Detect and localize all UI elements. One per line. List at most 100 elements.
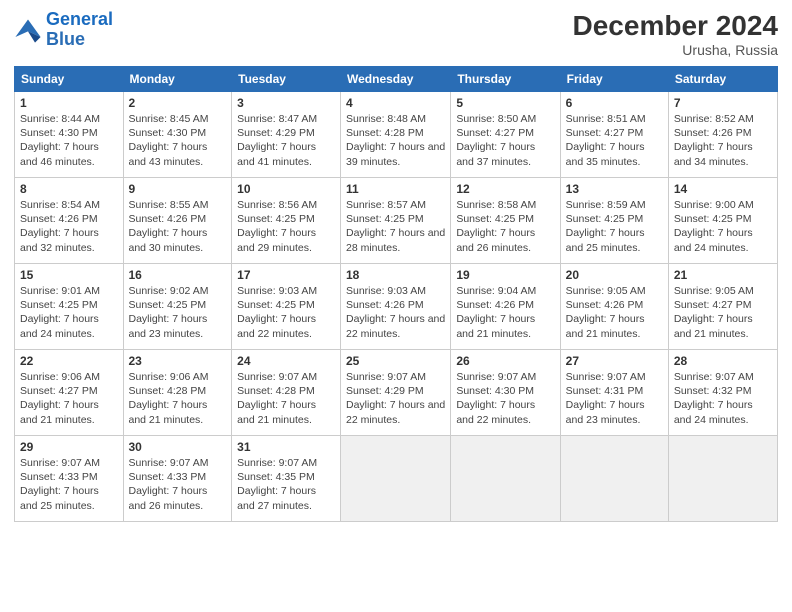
day-info: Sunrise: 9:03 AMSunset: 4:26 PMDaylight:… xyxy=(346,284,445,341)
calendar-day-cell: 27 Sunrise: 9:07 AMSunset: 4:31 PMDayligh… xyxy=(560,350,668,436)
day-info: Sunrise: 8:52 AMSunset: 4:26 PMDaylight:… xyxy=(674,112,772,169)
day-info: Sunrise: 8:50 AMSunset: 4:27 PMDaylight:… xyxy=(456,112,554,169)
calendar-day-cell xyxy=(668,436,777,522)
day-number: 28 xyxy=(674,354,772,368)
day-info: Sunrise: 8:58 AMSunset: 4:25 PMDaylight:… xyxy=(456,198,554,255)
day-info: Sunrise: 8:59 AMSunset: 4:25 PMDaylight:… xyxy=(566,198,663,255)
day-info: Sunrise: 9:06 AMSunset: 4:27 PMDaylight:… xyxy=(20,370,118,427)
day-info: Sunrise: 8:45 AMSunset: 4:30 PMDaylight:… xyxy=(129,112,227,169)
day-info: Sunrise: 9:07 AMSunset: 4:31 PMDaylight:… xyxy=(566,370,663,427)
calendar-week-row: 15Sunrise: 9:01 AMSunset: 4:25 PMDayligh… xyxy=(15,264,778,350)
calendar-day-cell: 24 Sunrise: 9:07 AMSunset: 4:28 PMDayligh… xyxy=(232,350,341,436)
day-info: Sunrise: 9:05 AMSunset: 4:27 PMDaylight:… xyxy=(674,284,772,341)
day-number: 27 xyxy=(566,354,663,368)
day-info: Sunrise: 8:44 AMSunset: 4:30 PMDaylight:… xyxy=(20,112,118,169)
day-info: Sunrise: 9:07 AMSunset: 4:29 PMDaylight:… xyxy=(346,370,445,427)
calendar-day-cell: 3Sunrise: 8:47 AMSunset: 4:29 PMDaylight… xyxy=(232,92,341,178)
day-number: 26 xyxy=(456,354,554,368)
calendar-day-cell: 15Sunrise: 9:01 AMSunset: 4:25 PMDayligh… xyxy=(15,264,124,350)
calendar-day-cell: 14 Sunrise: 9:00 AMSunset: 4:25 PMDayligh… xyxy=(668,178,777,264)
day-info: Sunrise: 9:07 AMSunset: 4:28 PMDaylight:… xyxy=(237,370,335,427)
calendar-day-cell: 19 Sunrise: 9:04 AMSunset: 4:26 PMDayligh… xyxy=(451,264,560,350)
title-block: December 2024 Urusha, Russia xyxy=(573,10,778,58)
day-number: 14 xyxy=(674,182,772,196)
day-number: 13 xyxy=(566,182,663,196)
calendar-day-cell: 23 Sunrise: 9:06 AMSunset: 4:28 PMDayligh… xyxy=(123,350,232,436)
calendar-day-cell: 9Sunrise: 8:55 AMSunset: 4:26 PMDaylight… xyxy=(123,178,232,264)
calendar-day-cell: 26 Sunrise: 9:07 AMSunset: 4:30 PMDayligh… xyxy=(451,350,560,436)
day-info: Sunrise: 8:57 AMSunset: 4:25 PMDaylight:… xyxy=(346,198,445,255)
calendar-day-cell: 5 Sunrise: 8:50 AMSunset: 4:27 PMDaylight… xyxy=(451,92,560,178)
day-info: Sunrise: 9:05 AMSunset: 4:26 PMDaylight:… xyxy=(566,284,663,341)
day-info: Sunrise: 9:03 AMSunset: 4:25 PMDaylight:… xyxy=(237,284,335,341)
day-info: Sunrise: 8:55 AMSunset: 4:26 PMDaylight:… xyxy=(129,198,227,255)
day-number: 15 xyxy=(20,268,118,282)
day-number: 21 xyxy=(674,268,772,282)
day-number: 12 xyxy=(456,182,554,196)
day-info: Sunrise: 9:06 AMSunset: 4:28 PMDaylight:… xyxy=(129,370,227,427)
day-number: 19 xyxy=(456,268,554,282)
day-number: 17 xyxy=(237,268,335,282)
col-saturday: Saturday xyxy=(668,67,777,92)
day-info: Sunrise: 9:07 AMSunset: 4:33 PMDaylight:… xyxy=(129,456,227,513)
calendar-day-cell: 4 Sunrise: 8:48 AMSunset: 4:28 PMDaylight… xyxy=(341,92,451,178)
calendar-day-cell: 2 Sunrise: 8:45 AMSunset: 4:30 PMDaylight… xyxy=(123,92,232,178)
day-info: Sunrise: 8:51 AMSunset: 4:27 PMDaylight:… xyxy=(566,112,663,169)
day-number: 24 xyxy=(237,354,335,368)
day-number: 8 xyxy=(20,182,118,196)
calendar-day-cell xyxy=(560,436,668,522)
day-number: 2 xyxy=(129,96,227,110)
day-info: Sunrise: 8:48 AMSunset: 4:28 PMDaylight:… xyxy=(346,112,445,169)
day-info: Sunrise: 9:07 AMSunset: 4:32 PMDaylight:… xyxy=(674,370,772,427)
calendar-day-cell: 22 Sunrise: 9:06 AMSunset: 4:27 PMDayligh… xyxy=(15,350,124,436)
day-number: 22 xyxy=(20,354,118,368)
page-header: General Blue December 2024 Urusha, Russi… xyxy=(14,10,778,58)
month-year: December 2024 xyxy=(573,10,778,42)
day-number: 5 xyxy=(456,96,554,110)
calendar-day-cell: 6Sunrise: 8:51 AMSunset: 4:27 PMDaylight… xyxy=(560,92,668,178)
logo: General Blue xyxy=(14,10,113,50)
col-wednesday: Wednesday xyxy=(341,67,451,92)
calendar-day-cell: 8Sunrise: 8:54 AMSunset: 4:26 PMDaylight… xyxy=(15,178,124,264)
day-info: Sunrise: 9:07 AMSunset: 4:30 PMDaylight:… xyxy=(456,370,554,427)
day-number: 23 xyxy=(129,354,227,368)
col-sunday: Sunday xyxy=(15,67,124,92)
col-thursday: Thursday xyxy=(451,67,560,92)
calendar-day-cell: 28 Sunrise: 9:07 AMSunset: 4:32 PMDayligh… xyxy=(668,350,777,436)
calendar-day-cell: 13 Sunrise: 8:59 AMSunset: 4:25 PMDayligh… xyxy=(560,178,668,264)
day-number: 16 xyxy=(129,268,227,282)
location: Urusha, Russia xyxy=(573,42,778,58)
calendar-day-cell xyxy=(451,436,560,522)
calendar-day-cell: 29 Sunrise: 9:07 AMSunset: 4:33 PMDayligh… xyxy=(15,436,124,522)
logo-icon xyxy=(14,16,42,44)
day-info: Sunrise: 9:04 AMSunset: 4:26 PMDaylight:… xyxy=(456,284,554,341)
calendar-day-cell: 18 Sunrise: 9:03 AMSunset: 4:26 PMDayligh… xyxy=(341,264,451,350)
day-info: Sunrise: 8:56 AMSunset: 4:25 PMDaylight:… xyxy=(237,198,335,255)
calendar-day-cell: 16Sunrise: 9:02 AMSunset: 4:25 PMDayligh… xyxy=(123,264,232,350)
day-number: 30 xyxy=(129,440,227,454)
calendar-day-cell: 17 Sunrise: 9:03 AMSunset: 4:25 PMDayligh… xyxy=(232,264,341,350)
day-info: Sunrise: 9:07 AMSunset: 4:35 PMDaylight:… xyxy=(237,456,335,513)
calendar-day-cell: 21 Sunrise: 9:05 AMSunset: 4:27 PMDayligh… xyxy=(668,264,777,350)
page-container: General Blue December 2024 Urusha, Russi… xyxy=(0,0,792,532)
calendar-day-cell: 10 Sunrise: 8:56 AMSunset: 4:25 PMDayligh… xyxy=(232,178,341,264)
day-number: 11 xyxy=(346,182,445,196)
day-info: Sunrise: 9:07 AMSunset: 4:33 PMDaylight:… xyxy=(20,456,118,513)
col-friday: Friday xyxy=(560,67,668,92)
day-number: 29 xyxy=(20,440,118,454)
calendar-day-cell: 31Sunrise: 9:07 AMSunset: 4:35 PMDayligh… xyxy=(232,436,341,522)
calendar-day-cell: 7Sunrise: 8:52 AMSunset: 4:26 PMDaylight… xyxy=(668,92,777,178)
logo-text: General Blue xyxy=(46,10,113,50)
day-info: Sunrise: 9:00 AMSunset: 4:25 PMDaylight:… xyxy=(674,198,772,255)
calendar-day-cell xyxy=(341,436,451,522)
day-number: 10 xyxy=(237,182,335,196)
calendar-day-cell: 20 Sunrise: 9:05 AMSunset: 4:26 PMDayligh… xyxy=(560,264,668,350)
day-number: 20 xyxy=(566,268,663,282)
calendar-day-cell: 30 Sunrise: 9:07 AMSunset: 4:33 PMDayligh… xyxy=(123,436,232,522)
calendar-body: 1Sunrise: 8:44 AMSunset: 4:30 PMDaylight… xyxy=(15,92,778,522)
day-number: 4 xyxy=(346,96,445,110)
day-number: 18 xyxy=(346,268,445,282)
day-info: Sunrise: 8:47 AMSunset: 4:29 PMDaylight:… xyxy=(237,112,335,169)
calendar-week-row: 29 Sunrise: 9:07 AMSunset: 4:33 PMDayligh… xyxy=(15,436,778,522)
calendar-day-cell: 1Sunrise: 8:44 AMSunset: 4:30 PMDaylight… xyxy=(15,92,124,178)
